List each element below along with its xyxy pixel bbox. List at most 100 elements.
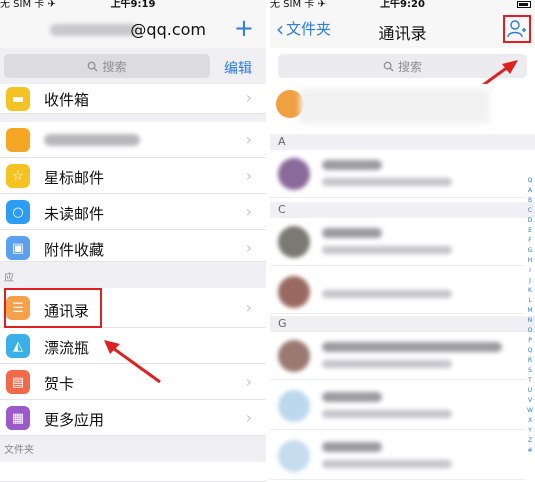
attachment-icon: ▣ <box>6 236 30 260</box>
index-letter[interactable]: F <box>528 236 531 246</box>
index-letter[interactable]: V <box>528 396 532 406</box>
edit-button[interactable]: 编辑 <box>224 58 252 78</box>
blurred-label <box>44 134 140 146</box>
nav-bar: ‹ 文件夹 通讯录 <box>270 12 535 48</box>
menu-item-label: 星标邮件 <box>44 169 105 187</box>
contact-email-blurred <box>322 410 452 418</box>
index-letter[interactable]: D <box>528 216 533 226</box>
index-letter[interactable]: I <box>529 266 531 276</box>
menu-item-label: 未读邮件 <box>44 205 105 223</box>
menu-item-starred[interactable]: ☆ 星标邮件 › <box>0 158 266 194</box>
contact-row[interactable] <box>270 382 525 430</box>
contact-email-blurred <box>322 460 452 468</box>
menu-item-attachments[interactable]: ▣ 附件收藏 › <box>0 230 266 262</box>
avatar <box>278 390 310 422</box>
star-icon: ☆ <box>6 164 30 188</box>
avatar <box>278 276 310 308</box>
index-letter[interactable]: Z <box>528 436 532 446</box>
contact-row[interactable] <box>270 218 525 266</box>
blurred-content <box>300 88 490 124</box>
menu-item-label: 收件箱 <box>44 91 90 109</box>
index-letter[interactable]: Y <box>528 426 532 436</box>
index-letter[interactable]: A <box>528 186 532 196</box>
contact-group-row[interactable] <box>270 84 535 128</box>
menu-item-inbox[interactable]: ▬ 收件箱 › <box>0 84 266 114</box>
index-letter[interactable]: P <box>528 336 532 346</box>
contact-name-blurred <box>322 442 382 452</box>
mailbox-screen: 无 SIM 卡 ✈ 上午9:19 @qq.com + 搜索 编辑 ▬ 收件箱 ›… <box>0 0 266 482</box>
index-letter[interactable]: Q <box>528 346 533 356</box>
battery-icon <box>517 1 531 8</box>
index-letter[interactable]: W <box>527 406 533 416</box>
account-title: @qq.com <box>130 20 206 39</box>
index-letter[interactable]: X <box>528 416 532 426</box>
section-header: 应 <box>0 270 266 288</box>
section-header-g: G <box>270 316 535 332</box>
menu-item-label: 附件收藏 <box>44 241 105 259</box>
index-letter[interactable]: O <box>528 326 533 336</box>
menu-item-blurred[interactable]: › <box>0 122 266 158</box>
status-bar: 无 SIM 卡 ✈ 上午9:19 <box>0 0 266 12</box>
contact-email-blurred <box>322 246 452 254</box>
search-icon <box>383 61 394 72</box>
contact-email-blurred <box>322 178 452 186</box>
avatar <box>278 440 310 472</box>
chevron-right-icon: › <box>245 408 252 427</box>
index-letter[interactable]: Q <box>528 176 533 186</box>
menu-item-label: 漂流瓶 <box>44 339 90 357</box>
bottle-icon: ◭ <box>6 334 30 358</box>
apps-icon: ▦ <box>6 406 30 430</box>
index-letter[interactable]: # <box>527 446 532 456</box>
menu-item-folder[interactable] <box>0 462 266 482</box>
menu-item-label: 更多应用 <box>44 411 105 429</box>
contact-row[interactable] <box>270 150 525 198</box>
index-letter[interactable]: U <box>528 386 532 396</box>
index-letter[interactable]: N <box>528 316 533 326</box>
index-letter[interactable]: C <box>528 206 532 216</box>
index-letter[interactable]: L <box>528 296 531 306</box>
add-contact-icon <box>507 20 526 38</box>
chevron-right-icon: › <box>245 166 252 185</box>
avatar <box>278 158 310 190</box>
blurred-icon <box>6 128 30 152</box>
index-letter[interactable]: B <box>528 196 532 206</box>
search-bar: 搜索 编辑 <box>0 48 266 84</box>
contact-email-blurred <box>322 290 452 298</box>
contact-row[interactable] <box>270 270 525 314</box>
index-letter[interactable]: J <box>529 276 531 286</box>
search-placeholder: 搜索 <box>397 59 422 74</box>
index-letter[interactable]: E <box>528 226 532 236</box>
folders-header: 文件夹 <box>0 440 266 462</box>
highlight-contacts <box>4 288 102 328</box>
index-letter[interactable]: M <box>527 306 532 316</box>
search-input[interactable]: 搜索 <box>4 54 210 78</box>
section-header-c: C <box>270 202 535 218</box>
contact-row[interactable] <box>270 432 525 480</box>
clock: 上午9:20 <box>380 0 425 10</box>
contact-name-blurred <box>322 228 382 238</box>
index-letter[interactable]: H <box>528 256 533 266</box>
contact-name-blurred <box>322 342 502 352</box>
contact-row[interactable] <box>270 332 525 380</box>
contact-name-blurred <box>322 160 382 170</box>
index-letter[interactable]: G <box>528 246 533 256</box>
menu-item-more-apps[interactable]: ▦ 更多应用 › <box>0 400 266 436</box>
account-name-blurred <box>50 24 138 36</box>
add-contact-button[interactable] <box>503 15 531 43</box>
index-letter[interactable]: T <box>528 376 532 386</box>
index-letter[interactable]: R <box>528 356 532 366</box>
contacts-screen: 无 SIM 卡 ✈ 上午9:20 ‹ 文件夹 通讯录 搜索 A C G Q A … <box>270 0 535 482</box>
menu-item-label: 贺卡 <box>44 375 75 393</box>
index-letter[interactable]: S <box>528 366 532 376</box>
compose-button[interactable]: + <box>234 15 254 41</box>
inbox-icon: ▬ <box>6 87 30 111</box>
alphabet-index[interactable]: Q A B C D E F G H I J K L M N O P Q R S T U V W X Y Z # <box>526 176 534 456</box>
search-placeholder: 搜索 <box>102 59 127 74</box>
avatar <box>278 340 310 372</box>
contact-name-blurred <box>322 392 382 402</box>
chevron-right-icon: › <box>245 130 252 149</box>
index-letter[interactable]: K <box>528 286 532 296</box>
search-icon <box>88 61 99 72</box>
chevron-right-icon: › <box>245 298 252 317</box>
menu-item-unread[interactable]: ○ 未读邮件 › <box>0 194 266 230</box>
